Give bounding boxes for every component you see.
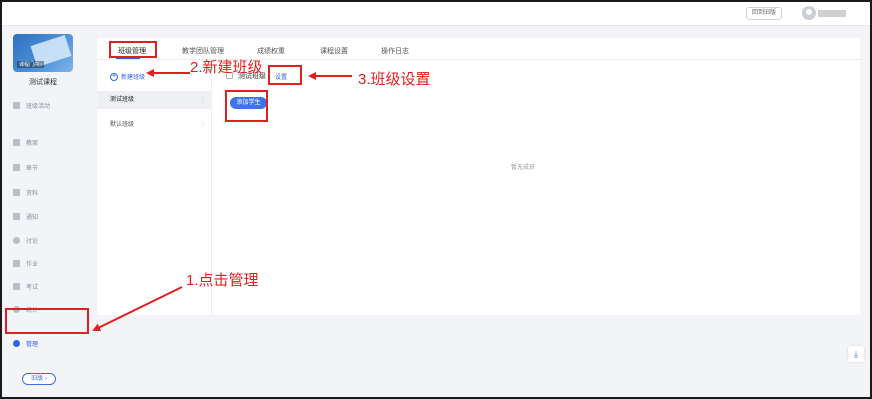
sidebar-item-label: 作业 — [26, 261, 39, 268]
sidebar-item-label: 管理 — [26, 341, 39, 348]
sidebar-item-lesson-plan[interactable]: 教案 — [13, 135, 38, 149]
sidebar-item-label: 班级活动 — [26, 103, 51, 110]
annotation-step1: 1.点击管理 — [186, 272, 259, 289]
sidebar-item-homework[interactable]: 作业 — [13, 256, 38, 270]
sidebar-item-exams[interactable]: 考试 — [13, 279, 38, 293]
sidebar-item-materials[interactable]: 资料 — [13, 185, 38, 199]
course-title: 测试课程 — [29, 79, 57, 86]
folder-icon — [13, 188, 20, 196]
list-item[interactable]: 默认班级 ⋮ — [97, 116, 212, 134]
app-window: 回到旧版 课程门户 › 测试课程 班级活动 教案 章节 资料 通知 讨论 作业 — [0, 0, 872, 399]
user-name-redacted — [818, 10, 846, 17]
document-icon — [13, 138, 20, 146]
highlight-box-class-tab — [109, 41, 157, 58]
highlight-box-settings — [268, 65, 302, 85]
plus-circle-icon: + — [110, 72, 118, 81]
list-item[interactable]: 测试班级 ⋮ — [97, 91, 212, 109]
grid-icon — [13, 101, 20, 109]
highlight-box-add-student — [225, 90, 268, 122]
more-icon[interactable]: ⋮ — [200, 91, 206, 109]
download-icon[interactable]: ⤓ — [848, 346, 864, 362]
highlight-box-manage — [5, 308, 89, 334]
sidebar-item-class-activity[interactable]: 班级活动 — [13, 98, 50, 112]
back-to-old-version-button[interactable]: 回到旧版 — [746, 7, 783, 20]
tab-operation-log[interactable]: 操作日志 — [381, 46, 409, 56]
sidebar-item-discussion[interactable]: 讨论 — [13, 233, 38, 247]
tab-course-settings[interactable]: 课程设置 — [320, 46, 348, 56]
sidebar-item-label: 考试 — [26, 284, 39, 291]
top-bar: 回到旧版 — [2, 2, 870, 26]
sidebar-item-label: 资料 — [26, 190, 39, 197]
chapter-icon — [13, 163, 20, 171]
sidebar-item-label: 通知 — [26, 214, 39, 221]
tab-grade-weights[interactable]: 成绩权重 — [257, 46, 285, 56]
chat-icon — [13, 236, 20, 244]
gear-icon — [13, 339, 20, 347]
sidebar-item-notices[interactable]: 通知 — [13, 209, 38, 223]
tab-teaching-team[interactable]: 教学团队管理 — [182, 46, 224, 56]
annotation-step3: 3.班级设置 — [358, 71, 431, 88]
new-class-label: 新建班级 — [121, 75, 146, 81]
course-cover-image[interactable]: 课程门户 › — [13, 34, 73, 72]
pencil-icon — [13, 259, 20, 267]
more-icon[interactable]: ⋮ — [200, 116, 206, 134]
sidebar: 课程门户 › 测试课程 班级活动 教案 章节 资料 通知 讨论 作业 考试 统计 — [2, 26, 84, 397]
empty-state-text: 暂无成员 — [511, 165, 536, 171]
annotation-step2: 2.新建班级 — [190, 59, 263, 76]
speaker-icon — [13, 212, 20, 220]
old-version-button[interactable]: 旧版 › — [22, 373, 56, 385]
course-portal-link[interactable]: 课程门户 › — [17, 61, 45, 68]
sidebar-item-label: 讨论 — [26, 238, 39, 245]
class-name: 默认班级 — [110, 122, 135, 128]
avatar[interactable] — [802, 6, 816, 20]
sidebar-item-manage[interactable]: 管理 — [13, 336, 38, 350]
class-name: 测试班级 — [110, 97, 135, 103]
sidebar-item-chapters[interactable]: 章节 — [13, 160, 38, 174]
sidebar-item-label: 教案 — [26, 140, 39, 147]
new-class-button[interactable]: + 新建班级 — [110, 72, 145, 81]
sidebar-item-label: 章节 — [26, 165, 39, 172]
exam-icon — [13, 282, 20, 290]
